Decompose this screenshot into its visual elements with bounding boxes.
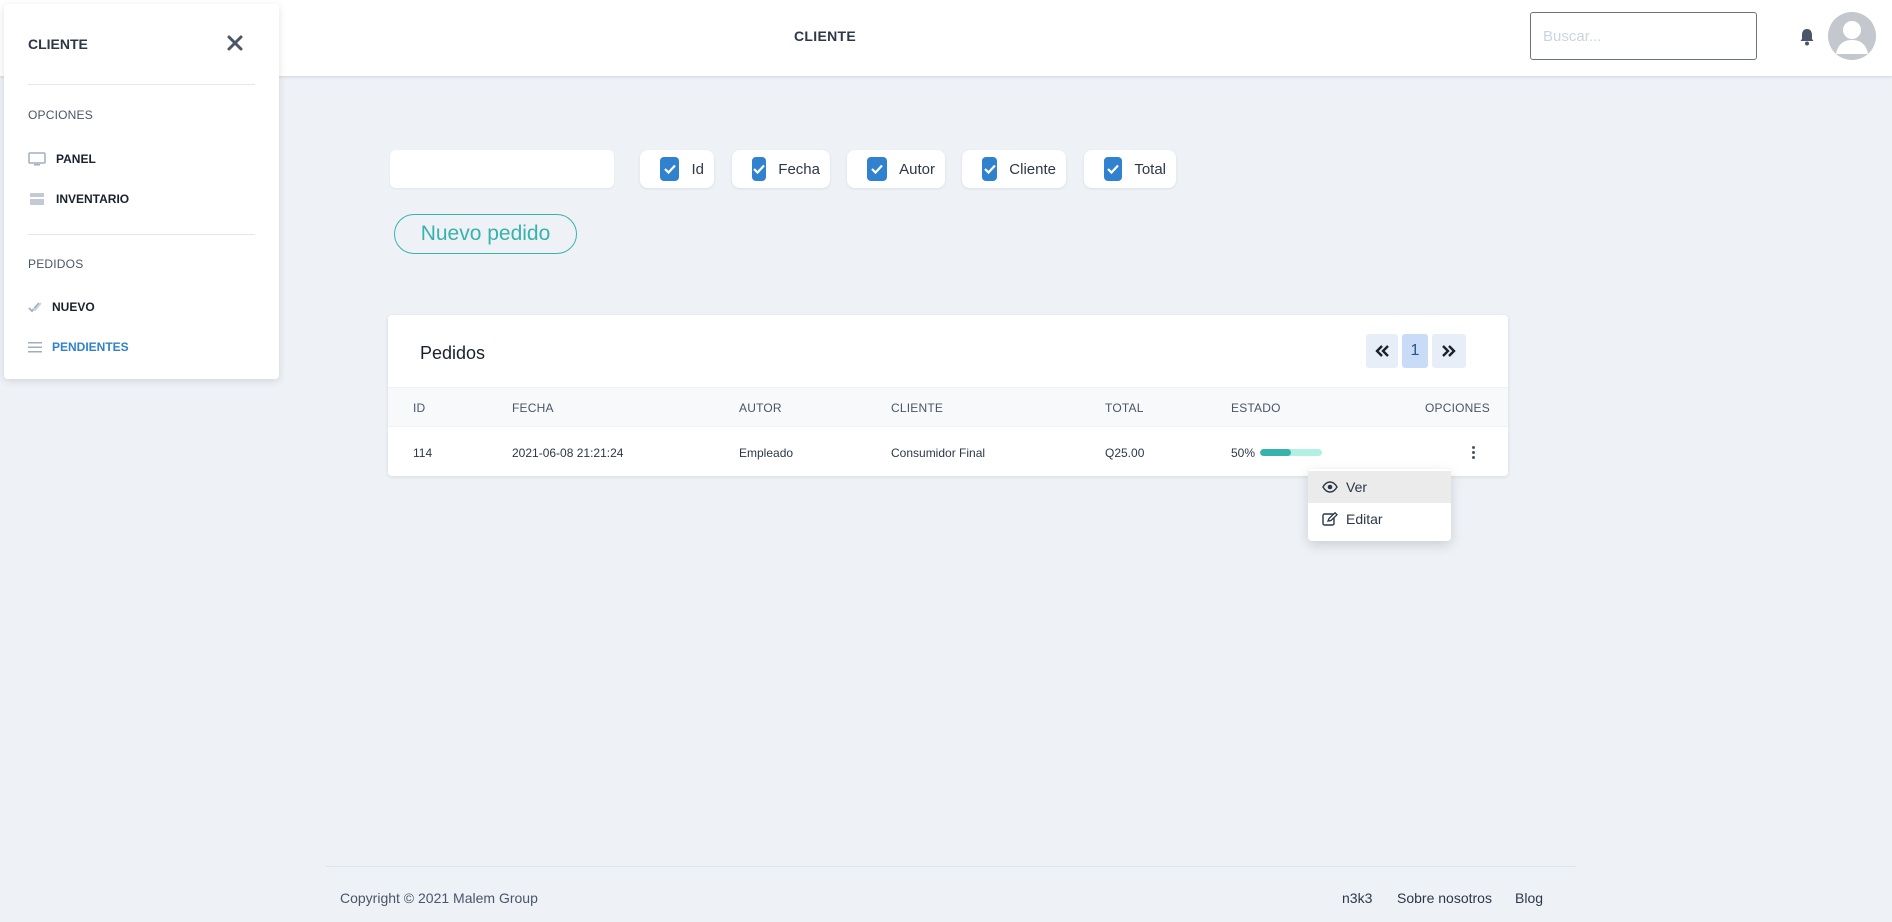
search-input[interactable]	[1530, 12, 1757, 60]
column-header-autor[interactable]: AUTOR	[739, 401, 782, 415]
orders-card: Pedidos 1 ID FECHA AUTOR CLIENTE TOTAL E…	[388, 315, 1508, 476]
cell-cliente: Consumidor Final	[891, 446, 986, 460]
kebab-dot	[1471, 445, 1475, 449]
checkbox[interactable]	[867, 157, 888, 181]
checkbox-label: Id	[691, 160, 704, 178]
footer-link-blog[interactable]: Blog	[1515, 890, 1543, 906]
column-header-total[interactable]: TOTAL	[1105, 401, 1144, 415]
pagination-prev-button[interactable]	[1366, 334, 1398, 368]
pagination-page-current[interactable]: 1	[1402, 334, 1428, 368]
double-chevron-left-icon	[1375, 345, 1389, 357]
column-header-estado[interactable]: ESTADO	[1231, 401, 1281, 415]
sidebar-section-pedidos: PEDIDOS	[28, 257, 84, 271]
check-icon	[871, 164, 883, 175]
monitor-icon	[28, 152, 46, 166]
checkbox-label: Total	[1134, 160, 1166, 178]
filter-search-input[interactable]	[390, 150, 614, 188]
check-icon	[1107, 164, 1119, 175]
new-order-button[interactable]: Nuevo pedido	[394, 214, 577, 254]
column-header-cliente[interactable]: CLIENTE	[891, 401, 943, 415]
check-icon	[753, 164, 765, 175]
page-title: CLIENTE	[794, 28, 856, 44]
check-icon	[983, 164, 996, 175]
sidebar-item-panel[interactable]: PANEL	[28, 148, 96, 170]
column-toggle-fecha[interactable]: Fecha	[732, 150, 830, 188]
sidebar: CLIENTE OPCIONES PANEL INVENTARIO PEDIDO…	[4, 4, 279, 379]
user-avatar-icon	[1828, 12, 1876, 60]
divider	[28, 234, 255, 235]
column-header-opciones: OPCIONES	[1425, 401, 1490, 415]
column-toggle-cliente[interactable]: Cliente	[962, 150, 1066, 188]
status-progress-bar	[1260, 449, 1322, 456]
sidebar-item-label: PENDIENTES	[52, 340, 129, 354]
bell-icon[interactable]	[1799, 28, 1815, 46]
menu-item-label: Editar	[1346, 511, 1383, 527]
sidebar-item-label: INVENTARIO	[56, 192, 130, 206]
top-header: CLIENTE	[0, 0, 1892, 76]
list-icon	[28, 342, 42, 353]
footer-link-sobre-nosotros[interactable]: Sobre nosotros	[1397, 890, 1492, 906]
sidebar-item-label: PANEL	[56, 152, 96, 166]
close-icon[interactable]	[224, 32, 246, 54]
checkbox-label: Cliente	[1009, 160, 1056, 178]
cell-id: 114	[413, 446, 433, 460]
kebab-dot	[1471, 455, 1475, 459]
sidebar-item-label: NUEVO	[52, 300, 95, 314]
edit-icon	[1322, 512, 1338, 526]
divider	[28, 84, 255, 85]
check-icon	[663, 164, 676, 175]
column-toggle-id[interactable]: Id	[640, 150, 714, 188]
menu-item-editar[interactable]: Editar	[1308, 503, 1451, 535]
row-options-menu: Ver Editar	[1308, 469, 1451, 541]
checkbox-label: Fecha	[778, 160, 820, 178]
checkbox[interactable]	[752, 157, 767, 181]
sidebar-section-opciones: OPCIONES	[28, 108, 93, 122]
eye-icon	[1322, 481, 1338, 493]
checkbox-label: Autor	[899, 160, 935, 178]
footer-copyright: Copyright © 2021 Malem Group	[340, 890, 538, 906]
cell-total: Q25.00	[1105, 446, 1145, 460]
store-icon	[30, 193, 44, 205]
table-header: ID FECHA AUTOR CLIENTE TOTAL ESTADO OPCI…	[388, 387, 1508, 427]
footer-divider	[326, 866, 1576, 867]
checkbox[interactable]	[982, 157, 998, 181]
column-header-id[interactable]: ID	[413, 401, 425, 415]
cell-autor: Empleado	[739, 446, 794, 460]
column-header-fecha[interactable]: FECHA	[512, 401, 554, 415]
double-check-icon	[28, 302, 42, 313]
column-toggle-total[interactable]: Total	[1084, 150, 1176, 188]
kebab-dot	[1471, 450, 1475, 454]
footer-link-n3k3[interactable]: n3k3	[1342, 890, 1372, 906]
menu-item-label: Ver	[1346, 479, 1368, 495]
double-chevron-right-icon	[1442, 345, 1456, 357]
column-toggle-autor[interactable]: Autor	[847, 150, 945, 188]
checkbox[interactable]	[660, 157, 680, 181]
status-progress-fill	[1260, 449, 1291, 456]
sidebar-item-pendientes[interactable]: PENDIENTES	[28, 336, 129, 358]
cell-fecha: 2021-06-08 21:21:24	[512, 446, 624, 460]
checkbox[interactable]	[1104, 157, 1123, 181]
card-title: Pedidos	[420, 343, 486, 363]
menu-item-ver[interactable]: Ver	[1308, 471, 1451, 503]
sidebar-title: CLIENTE	[28, 36, 88, 52]
sidebar-item-inventario[interactable]: INVENTARIO	[28, 188, 129, 210]
avatar[interactable]	[1828, 12, 1876, 60]
cell-estado-label: 50%	[1231, 446, 1256, 460]
pagination-next-button[interactable]	[1432, 334, 1466, 368]
row-options-button[interactable]	[1466, 441, 1480, 463]
sidebar-item-nuevo[interactable]: NUEVO	[28, 296, 95, 318]
